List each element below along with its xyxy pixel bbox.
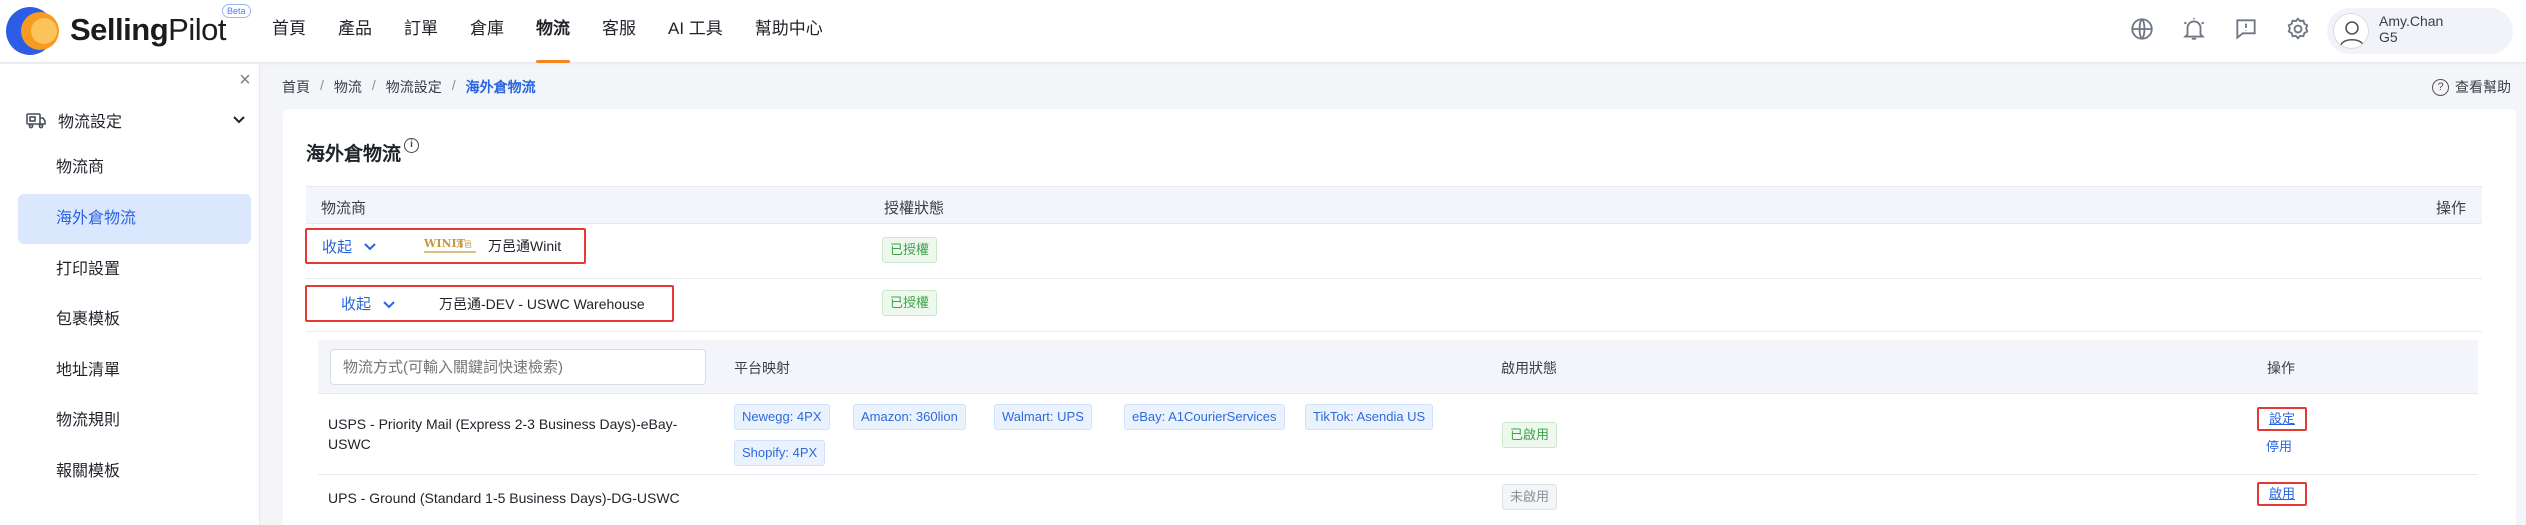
sidebar-item-overseas-warehouse[interactable]: 海外倉物流 <box>18 194 251 244</box>
sidebar: × 物流設定 物流商 海外倉物流 打印設置 包裹模板 地址清單 物流規則 報關模… <box>0 64 260 525</box>
auth-status-badge: 已授權 <box>882 290 938 316</box>
carrier-row-winit-highlight: 收起 WINIT 万邑 万邑通Winit <box>305 228 586 264</box>
user-name: Amy.Chan <box>2379 13 2444 29</box>
col-auth-status: 授權狀態 <box>884 200 945 217</box>
enable-status-badge: 未啟用 <box>1502 484 1558 510</box>
col-carrier: 物流商 <box>321 200 367 217</box>
disable-button[interactable]: 停用 <box>2266 436 2292 455</box>
breadcrumb: 首頁 / 物流 / 物流設定 / 海外倉物流 <box>282 77 536 97</box>
bell-icon[interactable] <box>2178 13 2210 45</box>
mapping-tag: Amazon: 360lion <box>853 404 966 430</box>
method-search-input[interactable] <box>330 349 706 385</box>
nav-customer-service[interactable]: 客服 <box>586 0 652 63</box>
collapse-toggle[interactable]: 收起 <box>341 293 397 314</box>
mapping-tag: Shopify: 4PX <box>734 440 826 466</box>
sidebar-item-customs-templates[interactable]: 報關模板 <box>18 447 251 497</box>
carrier-row-dev-highlight: 收起 万邑通-DEV - USWC Warehouse <box>305 285 674 322</box>
sidebar-item-address-list[interactable]: 地址清單 <box>18 346 251 396</box>
chevron-down-icon <box>383 300 395 308</box>
nav-ai-tools[interactable]: AI 工具 <box>652 0 739 63</box>
message-icon[interactable] <box>2230 13 2262 45</box>
user-menu[interactable]: Amy.Chan G5 <box>2327 8 2513 54</box>
selling-pilot-logo-icon <box>6 7 59 55</box>
chevron-down-icon <box>364 243 376 251</box>
breadcrumb-logistics-settings[interactable]: 物流設定 <box>386 77 442 97</box>
breadcrumb-current: 海外倉物流 <box>465 79 536 95</box>
configure-button[interactable]: 設定 <box>2257 407 2307 431</box>
auth-status-badge: 已授權 <box>882 237 938 263</box>
carrier-name: 万邑通-DEV - USWC Warehouse <box>439 295 645 312</box>
nav-logistics[interactable]: 物流 <box>520 0 586 63</box>
breadcrumb-home[interactable]: 首頁 <box>282 77 310 97</box>
beta-badge: Beta <box>222 4 251 18</box>
help-link[interactable]: ? 查看幫助 <box>2432 77 2511 97</box>
user-org: G5 <box>2379 29 2398 45</box>
enable-button[interactable]: 啟用 <box>2257 482 2307 506</box>
nav-orders[interactable]: 訂單 <box>388 0 454 63</box>
page-title: 海外倉物流 <box>306 144 402 165</box>
question-icon: ? <box>2432 78 2449 96</box>
avatar <box>2333 13 2369 49</box>
collapse-toggle[interactable]: 收起 <box>322 236 378 257</box>
sidebar-item-carriers[interactable]: 物流商 <box>18 143 251 193</box>
col-ops: 操作 <box>2435 200 2466 217</box>
col-enable-status: 啟用狀態 <box>1501 360 1557 376</box>
main-nav: 首頁 產品 訂單 倉庫 物流 客服 AI 工具 幫助中心 <box>256 0 839 63</box>
breadcrumb-logistics[interactable]: 物流 <box>334 77 362 97</box>
mapping-tag: eBay: A1CourierServices <box>1124 404 1285 430</box>
brand-logo[interactable]: SellingPilot <box>4 4 226 56</box>
mapping-tag: TikTok: Asendia US <box>1305 404 1434 430</box>
enable-status-badge: 已啟用 <box>1502 422 1558 448</box>
gear-icon[interactable] <box>2282 13 2314 45</box>
nav-help-center[interactable]: 幫助中心 <box>739 0 839 63</box>
svg-text:万邑: 万邑 <box>456 240 472 249</box>
nav-products[interactable]: 產品 <box>322 0 388 63</box>
sidebar-item-package-templates[interactable]: 包裹模板 <box>18 295 251 345</box>
truck-settings-icon <box>26 113 46 129</box>
method-name: UPS - Ground (Standard 1-5 Business Days… <box>328 490 680 506</box>
globe-icon[interactable] <box>2126 13 2158 45</box>
chevron-down-icon <box>233 116 245 124</box>
col-platform-mapping: 平台映射 <box>734 360 790 376</box>
method-table-header: 平台映射 啟用狀態 操作 <box>318 340 2478 394</box>
mapping-tag: Walmart: UPS <box>994 404 1092 430</box>
col-method-ops: 操作 <box>2267 360 2295 376</box>
method-name: USPS - Priority Mail (Express 2-3 Busine… <box>328 416 678 452</box>
sidebar-item-print-settings[interactable]: 打印設置 <box>18 245 251 295</box>
close-sidebar-icon[interactable]: × <box>235 70 255 90</box>
mapping-tag: Newegg: 4PX <box>734 404 830 430</box>
winit-logo: WINIT 万邑 <box>423 237 477 253</box>
carrier-name: 万邑通Winit <box>488 238 562 254</box>
info-icon[interactable]: i <box>404 138 419 153</box>
brand-name: SellingPilot <box>70 12 226 47</box>
shipping-method-table: 平台映射 啟用狀態 操作 USPS - Priority Mail (Expre… <box>318 340 2478 525</box>
sidebar-group-logistics-settings[interactable]: 物流設定 <box>24 104 256 136</box>
carrier-table-header: 物流商 授權狀態 操作 <box>306 186 2482 224</box>
nav-home[interactable]: 首頁 <box>256 0 322 63</box>
top-header: SellingPilot Beta 首頁 產品 訂單 倉庫 物流 客服 AI 工… <box>0 0 2526 63</box>
nav-warehouse[interactable]: 倉庫 <box>454 0 520 63</box>
sidebar-item-logistics-rules[interactable]: 物流規則 <box>18 396 251 446</box>
